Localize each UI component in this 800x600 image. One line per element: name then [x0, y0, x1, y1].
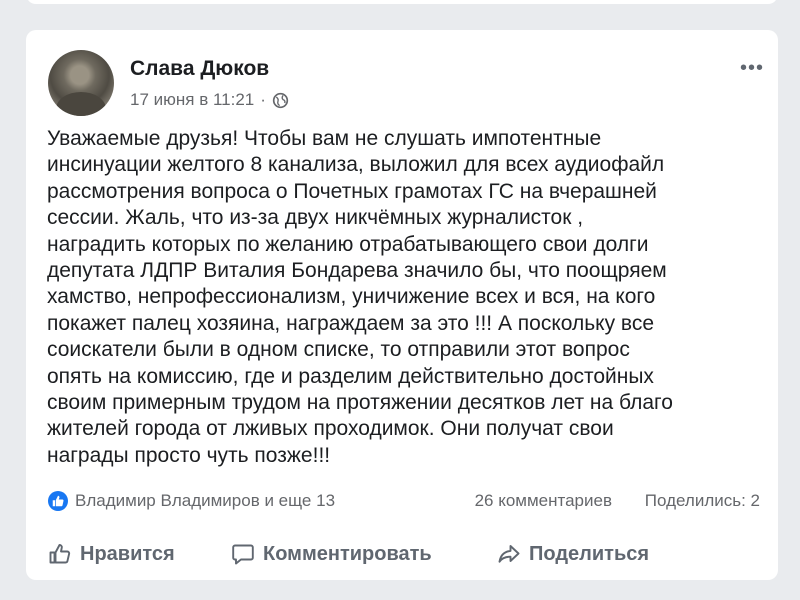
avatar[interactable]: [48, 50, 114, 116]
previous-post-card: [26, 0, 778, 4]
comment-button-label: Комментировать: [263, 542, 432, 565]
post-card: Слава Дюков 17 июня в 11:21 · ••• Уважае…: [26, 30, 778, 580]
post-timestamp[interactable]: 17 июня в 11:21: [130, 90, 254, 110]
like-icon[interactable]: [48, 491, 68, 511]
post-text: Уважаемые друзья! Чтобы вам не слушать и…: [47, 127, 673, 467]
comments-count[interactable]: 26 комментариев: [475, 491, 612, 511]
meta-separator: ·: [260, 90, 266, 109]
like-button[interactable]: Нравится: [48, 542, 175, 566]
like-button-label: Нравится: [80, 542, 175, 565]
more-options-button[interactable]: •••: [740, 58, 764, 78]
author-name[interactable]: Слава Дюков: [130, 57, 269, 81]
comment-button[interactable]: Комментировать: [231, 542, 432, 566]
share-button[interactable]: Поделиться: [497, 542, 649, 566]
thumbs-up-outline-icon: [49, 544, 71, 564]
share-button-label: Поделиться: [529, 542, 650, 565]
post-stats: Владимир Владимиров и еще 13 26 коммента…: [48, 490, 760, 514]
globe-icon[interactable]: [272, 92, 289, 109]
post-meta: 17 июня в 11:21 ·: [130, 90, 289, 110]
thumbs-up-icon: [52, 495, 64, 507]
shares-count[interactable]: Поделились: 2: [645, 491, 760, 511]
comment-icon: [232, 544, 254, 565]
action-bar: Нравится Комментировать Поделиться: [26, 536, 778, 576]
share-arrow-icon: [498, 545, 520, 563]
avatar-figure: [56, 92, 106, 116]
reactors-link[interactable]: Владимир Владимиров и еще 13: [75, 491, 335, 511]
